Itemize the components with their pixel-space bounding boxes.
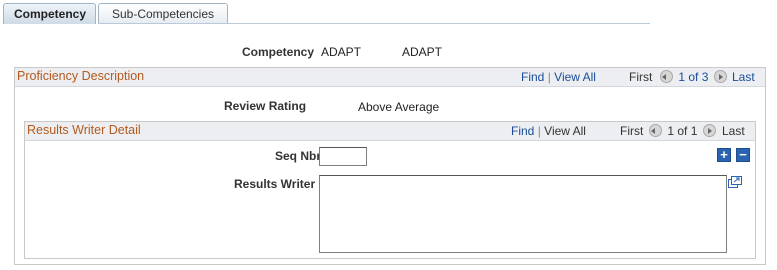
plus-icon[interactable]: +: [717, 148, 731, 162]
results-writer-first-label: First: [620, 124, 644, 138]
results-writer-label: Results Writer: [234, 177, 316, 191]
results-writer-find-link[interactable]: Find: [511, 124, 534, 138]
competency-label: Competency: [242, 45, 315, 59]
results-writer-textarea[interactable]: [319, 175, 727, 253]
proficiency-pager: 1 of 3: [660, 70, 727, 84]
results-writer-view-all: View All: [544, 124, 586, 138]
next-arrow-icon: [702, 124, 716, 137]
review-rating-label: Review Rating: [224, 99, 307, 113]
previous-arrow-icon: [649, 124, 662, 137]
tab-competency[interactable]: Competency: [3, 3, 96, 24]
proficiency-find-link[interactable]: Find: [521, 70, 544, 84]
competency-description: ADAPT: [402, 45, 443, 59]
seq-nbr-label: Seq Nbr: [275, 149, 322, 163]
results-writer-header: Results Writer Detail Find | View All Fi…: [25, 122, 755, 141]
proficiency-view-all-link[interactable]: View All: [554, 70, 596, 84]
proficiency-first-label: First: [629, 70, 653, 84]
minus-icon[interactable]: −: [736, 148, 750, 162]
proficiency-description-grid: Proficiency Description Find | View All …: [14, 67, 766, 265]
review-rating-value: Above Average: [358, 100, 440, 114]
popup-expand-icon[interactable]: [728, 176, 742, 188]
tab-sub-competencies[interactable]: Sub-Competencies: [98, 3, 228, 24]
results-writer-nav-links: Find | View All: [511, 124, 586, 138]
tab-sub-competencies-label: Sub-Competencies: [111, 7, 215, 21]
proficiency-page-count: 1 of 3: [678, 70, 709, 84]
results-writer-pager: 1 of 1: [649, 124, 716, 138]
next-arrow-icon[interactable]: [713, 70, 727, 83]
tab-underline: [98, 23, 650, 24]
tab-competency-label: Competency: [14, 7, 87, 21]
results-writer-detail-grid: Results Writer Detail Find | View All Fi…: [24, 121, 756, 259]
proficiency-title: Proficiency Description: [17, 69, 145, 83]
proficiency-last-link[interactable]: Last: [732, 70, 755, 84]
results-writer-title: Results Writer Detail: [27, 123, 141, 137]
separator: |: [537, 124, 541, 138]
proficiency-nav-links: Find | View All: [521, 70, 596, 84]
separator: |: [547, 70, 551, 84]
results-writer-page-count: 1 of 1: [667, 124, 698, 138]
previous-arrow-icon[interactable]: [660, 70, 673, 83]
seq-nbr-input[interactable]: [319, 147, 367, 166]
results-writer-last-label: Last: [722, 124, 745, 138]
competency-code: ADAPT: [321, 45, 362, 59]
proficiency-header: Proficiency Description Find | View All …: [15, 68, 765, 87]
